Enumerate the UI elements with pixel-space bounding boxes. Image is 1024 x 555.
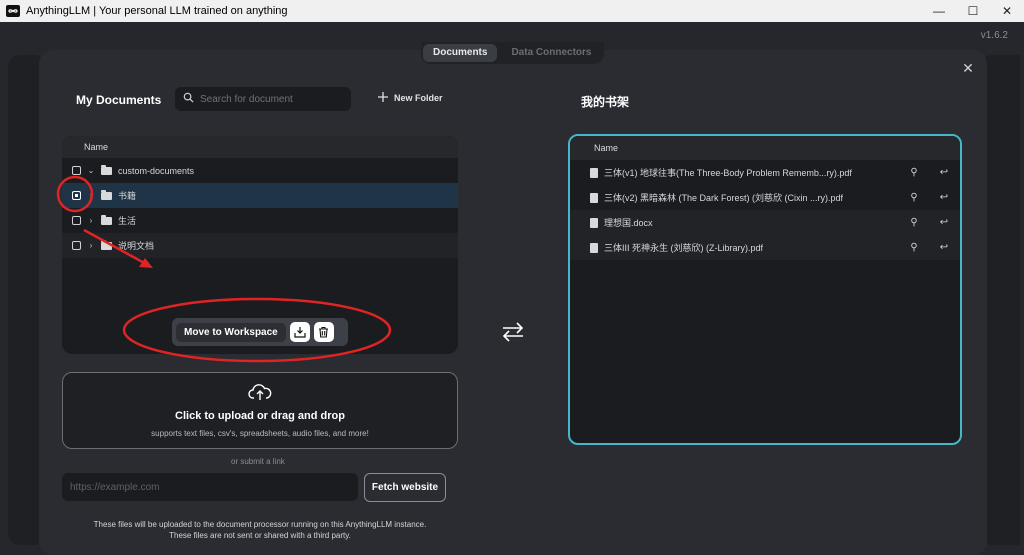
pin-icon[interactable]: ⚲	[906, 242, 922, 253]
upload-dropzone[interactable]: Click to upload or drag and drop support…	[62, 372, 458, 449]
workspace-file-panel: Name 三体(v1) 地球往事(The Three-Body Problem …	[568, 134, 962, 445]
undo-icon[interactable]: ↩	[936, 167, 952, 178]
close-modal-icon[interactable]: ✕	[960, 60, 976, 76]
window-title: AnythingLLM | Your personal LLM trained …	[26, 5, 288, 17]
cloud-upload-icon	[248, 383, 272, 406]
folder-icon	[101, 189, 112, 200]
folder-row-books[interactable]: › 书籍	[62, 183, 458, 208]
url-box	[62, 473, 358, 501]
chevron-right-icon[interactable]: ›	[87, 241, 95, 250]
row-checkbox[interactable]	[72, 191, 81, 200]
undo-icon[interactable]: ↩	[936, 192, 952, 203]
folder-name: 生活	[118, 216, 137, 226]
folder-name: 说明文档	[118, 241, 155, 251]
chevron-down-icon[interactable]: ⌄	[87, 166, 95, 175]
or-submit-link-label: or submit a link	[231, 457, 285, 466]
folder-row-custom-documents[interactable]: ⌄ custom-documents	[62, 158, 458, 183]
folder-name: custom-documents	[118, 165, 195, 176]
app-logo-icon	[6, 4, 20, 18]
new-folder-button[interactable]: New Folder	[378, 92, 443, 104]
folder-icon	[101, 164, 112, 175]
file-name: 三体III 死神永生 (刘慈欣) (Z-Library).pdf	[604, 243, 764, 253]
column-header-name: Name	[62, 136, 458, 158]
folder-icon	[101, 214, 112, 225]
workspace-file-row[interactable]: 三体III 死神永生 (刘慈欣) (Z-Library).pdf ⚲ ↩	[570, 235, 960, 260]
pin-icon[interactable]: ⚲	[906, 217, 922, 228]
plus-icon	[378, 92, 388, 104]
workspace-heading: 我的书架	[581, 95, 630, 109]
upload-subtitle: supports text files, csv's, spreadsheets…	[151, 429, 369, 438]
move-to-workspace-button[interactable]: Move to Workspace	[176, 322, 286, 342]
search-icon	[183, 90, 194, 108]
file-name: 三体(v1) 地球往事(The Three-Body Problem Remem…	[604, 168, 852, 178]
new-folder-label: New Folder	[394, 93, 443, 103]
tab-data-connectors[interactable]: Data Connectors	[501, 44, 601, 62]
trash-icon[interactable]	[313, 322, 334, 342]
file-icon	[590, 217, 598, 228]
row-checkbox[interactable]	[72, 166, 81, 175]
maximize-button[interactable]: ☐	[956, 0, 990, 22]
pin-icon[interactable]: ⚲	[906, 192, 922, 203]
download-tray-icon[interactable]	[289, 322, 310, 342]
folder-row-life[interactable]: › 生活	[62, 208, 458, 233]
row-checkbox[interactable]	[72, 216, 81, 225]
chevron-right-icon[interactable]: ›	[87, 216, 95, 225]
upload-title: Click to upload or drag and drop	[175, 410, 345, 422]
file-icon	[590, 242, 598, 253]
search-box	[175, 87, 351, 111]
folder-icon	[101, 239, 112, 250]
minimize-button[interactable]: —	[922, 0, 956, 22]
undo-icon[interactable]: ↩	[936, 242, 952, 253]
upload-footnote: These files will be uploaded to the docu…	[62, 519, 458, 541]
file-name: 理想国.docx	[604, 218, 653, 228]
selection-action-bar: Move to Workspace	[172, 318, 348, 346]
row-checkbox[interactable]	[72, 241, 81, 250]
footnote-line-2: These files are not sent or shared with …	[169, 531, 351, 540]
file-icon	[590, 192, 598, 203]
close-window-button[interactable]: ✕	[990, 0, 1024, 22]
fetch-website-button[interactable]: Fetch website	[364, 473, 446, 502]
footnote-line-1: These files will be uploaded to the docu…	[93, 520, 427, 529]
swap-arrows-icon	[500, 320, 526, 344]
folder-name: 书籍	[118, 191, 137, 201]
url-input[interactable]	[70, 481, 350, 493]
window-titlebar: AnythingLLM | Your personal LLM trained …	[0, 0, 1024, 22]
search-input[interactable]	[200, 93, 340, 105]
workspace-file-row[interactable]: 三体(v1) 地球往事(The Three-Body Problem Remem…	[570, 160, 960, 185]
column-header-name: Name	[570, 136, 960, 160]
chevron-right-icon[interactable]: ›	[87, 191, 95, 200]
tab-documents[interactable]: Documents	[423, 44, 498, 62]
version-label: v1.6.2	[980, 30, 1008, 41]
workspace-file-row[interactable]: 三体(v2) 黑暗森林 (The Dark Forest) (刘慈欣 (Cixi…	[570, 185, 960, 210]
modal-tabs: Documents Data Connectors	[421, 42, 604, 64]
file-icon	[590, 167, 598, 178]
folder-row-docs[interactable]: › 说明文档	[62, 233, 458, 258]
workspace-file-row[interactable]: 理想国.docx ⚲ ↩	[570, 210, 960, 235]
my-documents-heading: My Documents	[76, 93, 162, 107]
pin-icon[interactable]: ⚲	[906, 167, 922, 178]
file-name: 三体(v2) 黑暗森林 (The Dark Forest) (刘慈欣 (Cixi…	[604, 193, 844, 203]
undo-icon[interactable]: ↩	[936, 217, 952, 228]
